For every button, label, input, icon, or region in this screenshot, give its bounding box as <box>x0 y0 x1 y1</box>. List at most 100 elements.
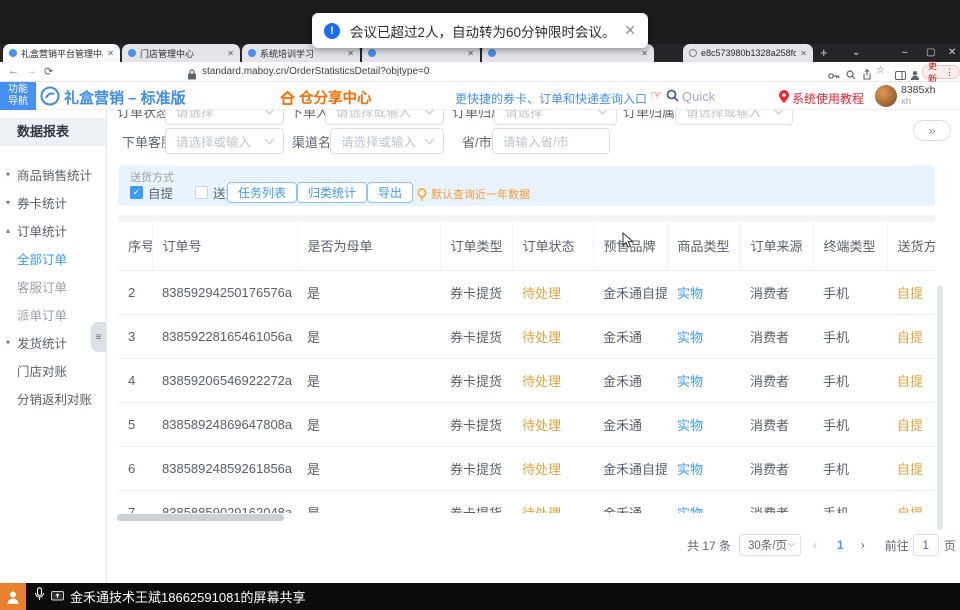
toolbar-button[interactable]: 导出 <box>367 182 413 203</box>
close-button[interactable]: ✕ <box>948 47 956 58</box>
current-page[interactable]: 1 <box>837 538 844 552</box>
sidebar-item[interactable]: ▾商品销售统计 <box>0 160 106 188</box>
function-nav-toggle[interactable]: 功能导航 <box>0 82 36 110</box>
toolbar-panel: 送货方式 ✓自提送货 任务列表归类统计导出 默认查询近一年数据 <box>118 166 935 206</box>
column-header[interactable]: 订单来源 <box>740 222 813 270</box>
table-cell[interactable]: 实物 <box>667 358 740 402</box>
reload-icon[interactable]: ⟳ <box>44 65 53 78</box>
page-size-select[interactable]: 30条/页 <box>739 534 801 556</box>
filter-row-2: 下单客服请选择或输入渠道名称请选择或输入省/市请输入省/市 <box>107 128 945 154</box>
new-tab-button[interactable]: + <box>820 45 828 60</box>
table-cell: 自提 <box>887 490 935 513</box>
column-header[interactable]: 送货方式 <box>887 222 935 270</box>
toast-close-icon[interactable]: ✕ <box>624 22 636 39</box>
column-header[interactable]: 是否为母单 <box>297 222 440 270</box>
table-cell[interactable]: 实物 <box>667 446 740 490</box>
checkbox[interactable]: ✓ <box>130 186 143 199</box>
column-header[interactable]: 订单号 <box>152 222 297 270</box>
share-center-link[interactable]: 仓分享中心 <box>280 87 372 108</box>
table-cell[interactable]: 实物 <box>667 402 740 446</box>
table-cell: 待处理 <box>512 358 593 402</box>
tab-label: 礼盒营销平台管理中心 <box>21 47 103 60</box>
table-cell: 83858859029162048a <box>152 490 297 513</box>
browser-update-button[interactable]: 更新⋮ <box>922 65 960 79</box>
forward-icon[interactable]: → <box>26 65 37 77</box>
sidebar-section-title: 数据报表 <box>0 118 106 146</box>
column-header[interactable]: 终端类型 <box>813 222 887 270</box>
table-row[interactable]: 783858859029162048a是券卡提货待处理金禾通实物消费者手机自提 <box>118 490 935 513</box>
table-cell: 消费者 <box>740 490 813 513</box>
tab-close-icon[interactable]: ✕ <box>800 49 807 58</box>
filter-input[interactable]: 请输入省/市 <box>492 128 610 154</box>
browser-tab[interactable]: 礼盒营销平台管理中心 ✕ <box>3 44 120 62</box>
tab-favicon-icon <box>488 49 496 57</box>
tab-search-chevron-icon[interactable]: ⌄ <box>852 47 860 58</box>
page-goto-input[interactable] <box>913 534 939 556</box>
horizontal-scrollbar[interactable] <box>117 514 284 521</box>
table-cell: 83858924859261856a <box>152 446 297 490</box>
vertical-scrollbar[interactable] <box>937 285 943 530</box>
sidebar-item[interactable]: ▴订单统计 <box>0 216 106 244</box>
sidebar-item[interactable]: 全部订单 <box>0 244 106 272</box>
main-content: 订单状态请选择下单人请选择或输入订单归属请选择订单归属方请选择或输入 下单客服请… <box>107 110 945 583</box>
sidebar-item[interactable]: 门店对账 <box>0 356 106 384</box>
tab-close-icon[interactable]: ✕ <box>467 49 474 58</box>
tab-favicon-icon <box>368 49 376 57</box>
user-avatar[interactable] <box>875 85 897 107</box>
table-row[interactable]: 583858924869647808a是券卡提货待处理金禾通实物消费者手机自提 <box>118 402 935 446</box>
microphone-icon[interactable] <box>34 587 45 606</box>
sidebar-item-label: 分销返利对账 <box>17 389 92 408</box>
table-cell: 金禾通 <box>593 490 667 513</box>
table-row[interactable]: 683858924859261856a是券卡提货待处理金禾通自提实物消费者手机自… <box>118 446 935 490</box>
address-url[interactable]: standard.maboy.cn/OrderStatisticsDetail?… <box>202 66 429 77</box>
table-cell[interactable]: 实物 <box>667 314 740 358</box>
sidebar-item[interactable]: ▾券卡统计 <box>0 188 106 216</box>
prev-page-button[interactable]: ‹ <box>813 538 817 552</box>
sidebar-collapse-handle[interactable]: ≡ <box>91 322 106 352</box>
table-row[interactable]: 383859228165461056a是券卡提货待处理金禾通实物消费者手机自提 <box>118 314 935 358</box>
checkbox[interactable] <box>195 186 208 199</box>
next-page-button[interactable]: › <box>861 538 865 552</box>
tab-label: 系统培训学习 <box>260 47 343 60</box>
column-header[interactable]: 商品类型 <box>667 222 740 270</box>
expand-filters-button[interactable]: » <box>913 120 951 141</box>
tab-favicon-icon <box>9 49 17 57</box>
tab-close-icon[interactable]: ✕ <box>227 49 234 58</box>
minimize-button[interactable]: – <box>902 47 908 58</box>
meeting-toast: ! 会议已超过2人，自动转为60分钟限时会议。 ✕ <box>312 13 648 48</box>
sidebar-item[interactable]: 分销返利对账 <box>0 384 106 412</box>
toolbar-button[interactable]: 归类统计 <box>297 182 367 203</box>
table-cell: 券卡提货 <box>440 446 512 490</box>
tab-close-icon[interactable]: ✕ <box>107 49 114 58</box>
filter-select[interactable]: 请选择或输入 <box>165 128 284 154</box>
table-row[interactable]: 283859294250176576a是券卡提货待处理金禾通自提实物消费者手机自… <box>118 270 935 314</box>
promo-link[interactable]: 更快捷的券卡、订单和快递查询入口 <box>455 90 647 107</box>
quick-search-label[interactable]: Quick <box>682 89 715 104</box>
browser-address-bar: ← → ⟳ standard.maboy.cn/OrderStatisticsD… <box>0 62 960 82</box>
sidebar-item-label: 订单统计 <box>17 221 67 240</box>
bookmark-star-icon[interactable]: ☆ <box>876 65 885 76</box>
tab-close-icon[interactable]: ✕ <box>641 49 648 58</box>
table-cell: 4 <box>118 358 152 402</box>
tab-close-icon[interactable]: ✕ <box>347 49 354 58</box>
maximize-button[interactable]: ▢ <box>926 47 935 58</box>
back-icon[interactable]: ← <box>8 65 19 77</box>
sidebar-item[interactable]: 客服订单 <box>0 272 106 300</box>
filter-select[interactable]: 请选择或输入 <box>330 128 444 154</box>
column-header[interactable]: 订单类型 <box>440 222 512 270</box>
table-cell: 83859294250176576a <box>152 270 297 314</box>
table-row[interactable]: 483859206546922272a是券卡提货待处理金禾通实物消费者手机自提 <box>118 358 935 402</box>
tutorial-link[interactable]: 系统使用教程 <box>792 90 864 107</box>
table-cell[interactable]: 实物 <box>667 270 740 314</box>
table-cell: 自提 <box>887 446 935 490</box>
toolbar-button[interactable]: 任务列表 <box>227 182 297 203</box>
placeholder-text: 请选择或输入 <box>341 132 416 151</box>
browser-tab[interactable]: 门店管理中心✕ <box>122 44 240 62</box>
sidebar-item[interactable]: 派单订单 <box>0 300 106 328</box>
table-cell: 5 <box>118 402 152 446</box>
column-header[interactable]: 订单状态 <box>512 222 593 270</box>
browser-tab[interactable]: e8c573980b1328a258fd2e6f8✕ <box>683 44 813 62</box>
column-header[interactable]: 序号 <box>118 222 152 270</box>
screenshot-root: 礼盒营销平台管理中心✕门店管理中心✕系统培训学习✕✕✕e8c573980b132… <box>0 0 960 610</box>
table-cell[interactable]: 实物 <box>667 490 740 513</box>
